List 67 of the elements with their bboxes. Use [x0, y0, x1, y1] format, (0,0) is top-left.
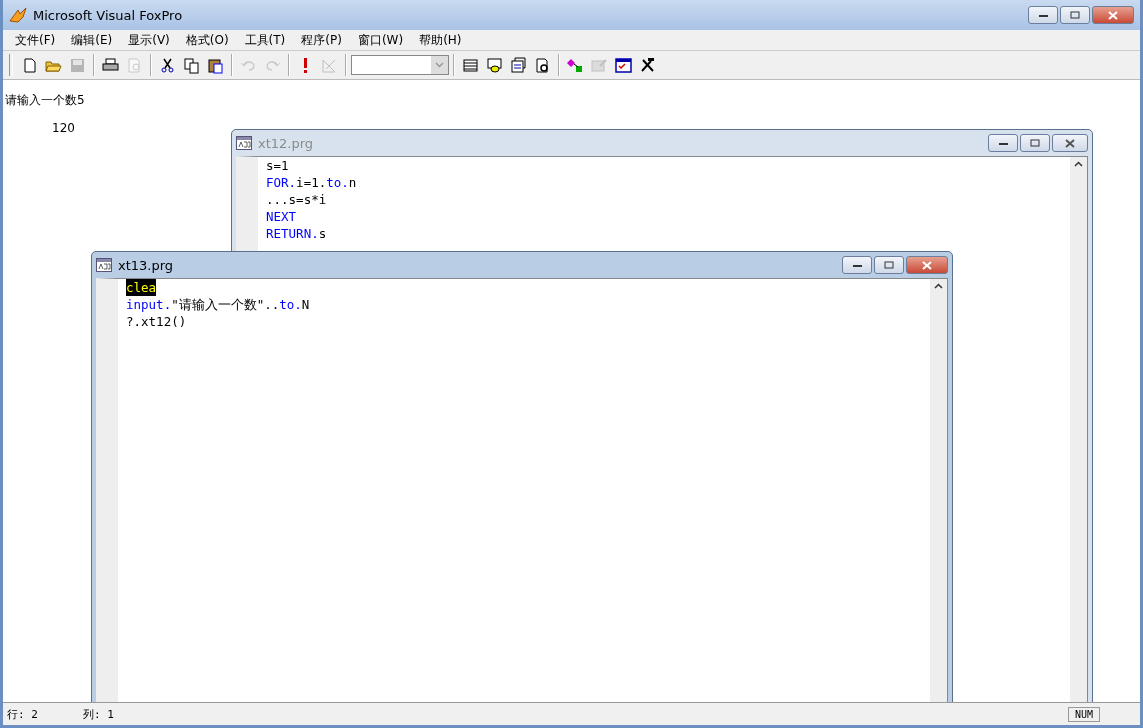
printer-icon	[102, 56, 119, 74]
magnifier-page-icon	[126, 56, 143, 74]
new-file-icon	[21, 56, 38, 74]
code-keyword: RETURN.	[266, 225, 319, 242]
code-text: s=1	[266, 157, 289, 174]
code-text: n	[348, 174, 357, 191]
clipboard-icon	[207, 56, 224, 74]
window-checklist-icon	[615, 56, 632, 74]
output-number: 120	[51, 121, 75, 135]
window-title: xt12.prg	[258, 135, 314, 151]
dropdown-field[interactable]	[351, 55, 449, 75]
code-keyword: to.	[279, 296, 302, 313]
restore-icon	[1030, 139, 1040, 147]
code-text: "请输入一个数"..	[171, 296, 280, 313]
minimize-button[interactable]	[1028, 6, 1058, 24]
code-text: ...s=s*i	[266, 191, 327, 208]
text-file-icon	[96, 258, 112, 272]
menu-item[interactable]: 工具(T)	[236, 31, 294, 49]
code-keyword: NEXT	[266, 208, 297, 225]
menu-item[interactable]: 编辑(E)	[63, 31, 121, 49]
page-magnifier-icon	[534, 56, 551, 74]
code-keyword: input.	[126, 296, 172, 313]
menu-item[interactable]: 帮助(H)	[411, 31, 470, 49]
scroll-up-icon[interactable]	[934, 283, 943, 289]
scissors-icon	[159, 56, 176, 74]
minimize-button[interactable]	[842, 256, 872, 274]
code-text: s	[318, 225, 327, 242]
menu-item[interactable]: 窗口(W)	[349, 31, 412, 49]
menu-item[interactable]: 文件(F)	[7, 31, 64, 49]
edit-window-icon	[591, 56, 608, 74]
code-text: ?.xt12()	[126, 313, 187, 330]
close-icon	[1108, 10, 1118, 20]
window-title: xt13.prg	[118, 257, 174, 273]
status-row-text: 行: 2	[7, 706, 39, 722]
restore-icon	[1070, 11, 1080, 19]
minimize-icon	[1038, 13, 1048, 17]
code-text: N	[301, 296, 310, 313]
menu-item[interactable]: 程序(P)	[293, 31, 350, 49]
menu-item[interactable]: 格式(O)	[177, 31, 237, 49]
code-text: clea	[126, 279, 157, 296]
restore-icon	[884, 261, 894, 269]
shapes-icon	[567, 56, 584, 74]
scroll-up-icon[interactable]	[1074, 161, 1083, 167]
code-keyword: to.	[326, 174, 349, 191]
maximize-button[interactable]	[1060, 6, 1090, 24]
close-button[interactable]	[1092, 6, 1134, 24]
app-title: Microsoft Visual FoxPro	[33, 7, 183, 23]
code-text: i=1.	[296, 174, 327, 191]
minimize-icon	[852, 263, 862, 267]
minimize-icon	[998, 141, 1008, 145]
copy-icon	[183, 56, 200, 74]
properties-page-icon	[510, 56, 527, 74]
maximize-button[interactable]	[874, 256, 904, 274]
caret-icon	[435, 62, 444, 68]
text-file-icon	[236, 136, 252, 150]
output-text: 请输入一个数5	[5, 92, 85, 109]
status-column: 列: 1	[83, 706, 114, 722]
exclamation-icon	[304, 57, 307, 73]
close-button[interactable]	[906, 256, 948, 274]
database-form-icon	[486, 56, 503, 74]
close-icon	[1065, 138, 1075, 148]
menu-item[interactable]: 显示(V)	[120, 31, 178, 49]
table-window-icon	[462, 56, 479, 74]
close-icon	[922, 260, 932, 270]
num-lock-indicator: NUM	[1067, 706, 1100, 722]
code-keyword: FOR.	[266, 174, 297, 191]
fox-logo-icon	[9, 7, 27, 23]
